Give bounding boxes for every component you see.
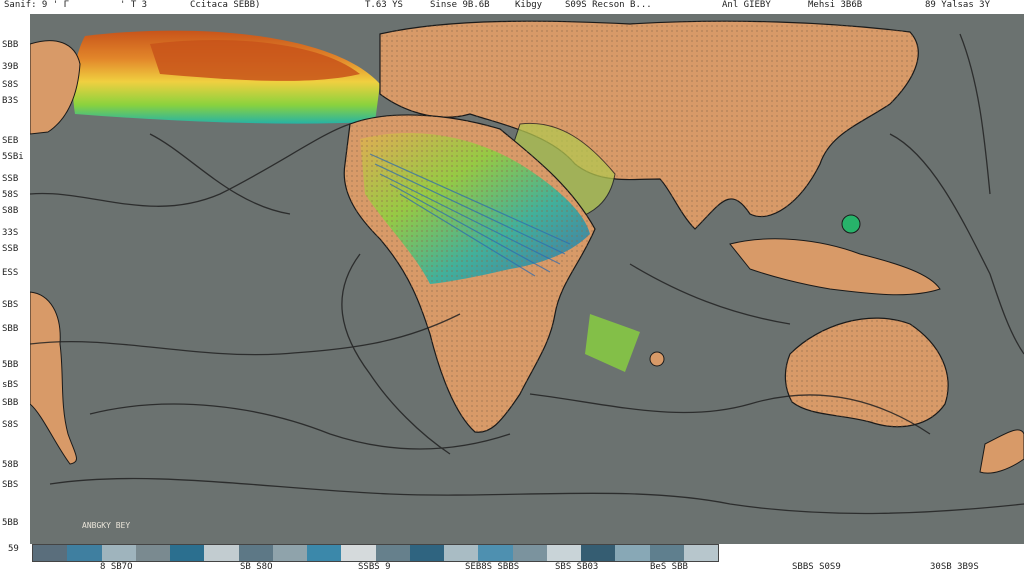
left-axis-label: SSB — [2, 174, 19, 184]
top-axis-label: Anl GIEBY — [722, 0, 771, 10]
colorbar-segment — [67, 545, 102, 561]
left-axis-label: 58B — [2, 460, 19, 470]
bottom-axis-label: SB S8O — [240, 562, 273, 572]
left-axis-label: 5BB — [2, 518, 19, 528]
left-axis-label: sBS — [2, 380, 19, 390]
bottom-axis-label: SBS SB03 — [555, 562, 599, 572]
top-axis-label: ' T 3 — [120, 0, 148, 10]
colorbar-segment — [307, 545, 342, 561]
left-axis-label: S8B — [2, 206, 19, 216]
bottom-axis: 8 SB7O SB S8O SSBS 9 SEB8S SBBS SBS SB03… — [0, 562, 1024, 576]
colorbar-segment — [615, 545, 650, 561]
left-axis-label: S8S — [2, 420, 19, 430]
left-axis-label: SSB — [2, 244, 19, 254]
colorbar-segment — [649, 545, 684, 561]
colorbar-segment — [512, 545, 547, 561]
left-axis-label: 5SBi — [2, 152, 24, 162]
colorbar-segment — [581, 545, 616, 561]
bottom-axis-label: SSBS 9 — [358, 562, 391, 572]
colorbar-segment — [546, 545, 581, 561]
colorbar-segment — [101, 545, 136, 561]
colorbar-segment — [409, 545, 444, 561]
colorbar-label: 59 — [8, 544, 19, 554]
left-axis-label: 33S — [2, 228, 19, 238]
scale-label: ANBGKY BEY — [82, 521, 131, 530]
colorbar-segment — [444, 545, 479, 561]
legend-strip: 59 8 SB7O SB S8O SSBS 9 SEB8S SBBS SBS S… — [0, 544, 1024, 576]
left-axis-label: SBB — [2, 398, 19, 408]
colorbar-segment — [238, 545, 273, 561]
map-canvas — [30, 14, 1024, 544]
left-axis-label: SBB — [2, 40, 19, 50]
left-axis-label: SBS — [2, 480, 19, 490]
colorbar-segment — [33, 545, 68, 561]
colorbar-segment — [170, 545, 205, 561]
left-axis-label: SBS — [2, 300, 19, 310]
left-axis-label: 5BB — [2, 360, 19, 370]
colorbar-segment — [375, 545, 410, 561]
top-axis-label: S09S Recson B... — [565, 0, 652, 10]
bottom-axis-label: 8 SB7O — [100, 562, 133, 572]
left-axis-label: 39B — [2, 62, 19, 72]
left-axis-label: 58S — [2, 190, 19, 200]
world-map[interactable]: ANBGKY BEY — [30, 14, 1024, 544]
left-axis-label: SEB — [2, 136, 19, 146]
top-axis-label: Mehsi 3B6B — [808, 0, 863, 10]
top-axis: Sanif: 9 ' Γ ' T 3 Ccitaca SEBB) T.63 YS… — [0, 0, 1024, 14]
top-axis-label: Sinse 9B.6B — [430, 0, 490, 10]
island-green — [841, 214, 861, 234]
bottom-axis-label: SEB8S SBBS — [465, 562, 520, 572]
top-axis-label: Ccitaca SEBB) — [190, 0, 261, 10]
colorbar-segment — [683, 545, 718, 561]
left-axis-label: S8S — [2, 80, 19, 90]
colorbar — [32, 544, 719, 562]
left-axis-label: ESS — [2, 268, 19, 278]
left-axis-label: B3S — [2, 96, 19, 106]
left-axis: SBB 39B S8S B3S SEB 5SBi SSB 58S S8B 33S… — [0, 14, 30, 544]
colorbar-segment — [135, 545, 170, 561]
top-axis-label: 89 Yalsas 3Y — [925, 0, 991, 10]
bottom-axis-label: BeS SBB — [650, 562, 688, 572]
colorbar-segment — [478, 545, 513, 561]
top-axis-label: T.63 YS — [365, 0, 403, 10]
left-axis-label: SBB — [2, 324, 19, 334]
bottom-axis-label: 30SB 3B9S — [930, 562, 979, 572]
bottom-axis-label: SBBS S0S9 — [792, 562, 841, 572]
top-axis-label: Kibgy — [515, 0, 543, 10]
island-dot — [649, 351, 665, 367]
colorbar-segment — [272, 545, 307, 561]
top-axis-label: Sanif: 9 ' Γ — [4, 0, 70, 10]
colorbar-segment — [341, 545, 376, 561]
colorbar-segment — [204, 545, 239, 561]
